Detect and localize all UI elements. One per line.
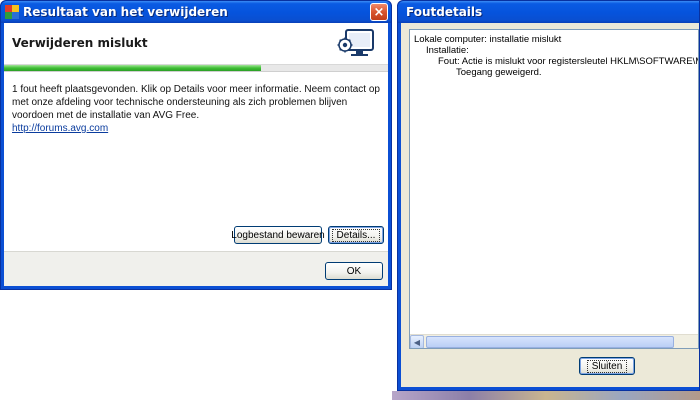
close-button-label: Sluiten [586, 359, 628, 373]
error-message-text: 1 fout heeft plaatsgevonden. Klik op Det… [12, 84, 380, 121]
error-details-dialog: Foutdetails Lokale computer: installatie… [397, 0, 700, 391]
details-button-label: Details... [331, 228, 381, 242]
error-details-textbox[interactable]: Lokale computer: installatie mislukt Ins… [409, 29, 699, 349]
close-icon[interactable]: × [370, 3, 388, 21]
header-band: Verwijderen mislukt [4, 23, 388, 65]
background-desktop-strip-bottom [392, 391, 700, 400]
details-titlebar[interactable]: Foutdetails [398, 1, 699, 23]
scroll-thumb[interactable] [426, 336, 674, 348]
detail-line-2: Installatie: [426, 45, 469, 56]
save-log-button-label: Logbestand bewaren [231, 229, 325, 241]
close-button[interactable]: Sluiten [579, 357, 635, 375]
detail-line-3: Fout: Actie is mislukt voor registersleu… [438, 56, 698, 67]
titlebar[interactable]: Resultaat van het verwijderen × [1, 1, 391, 23]
monitor-gear-icon [337, 29, 374, 56]
details-button[interactable]: Details... [328, 226, 384, 244]
ok-button-label: OK [346, 265, 362, 277]
progress-bar-fill [4, 65, 262, 71]
forum-link[interactable]: http://forums.avg.com [12, 122, 384, 135]
ok-button[interactable]: OK [325, 262, 383, 280]
error-message: 1 fout heeft plaatsgevonden. Klik op Det… [12, 83, 384, 135]
progress-bar [4, 65, 388, 72]
details-body: Lokale computer: installatie mislukt Ins… [401, 23, 699, 387]
horizontal-scrollbar[interactable]: ◀ [410, 334, 698, 348]
save-log-button[interactable]: Logbestand bewaren [231, 226, 325, 244]
window-title: Resultaat van het verwijderen [23, 5, 228, 19]
error-details-text: Lokale computer: installatie mislukt Ins… [414, 34, 698, 78]
detail-line-4: Toegang geweigerd. [456, 67, 542, 78]
uninstall-result-dialog: Resultaat van het verwijderen × Verwijde… [0, 0, 392, 290]
scroll-left-icon[interactable]: ◀ [410, 335, 424, 348]
dialog-body: Verwijderen mislukt 1 fout heeft plaatsg… [4, 23, 388, 286]
details-window-title: Foutdetails [406, 5, 483, 19]
detail-line-1: Lokale computer: installatie mislukt [414, 34, 562, 45]
avg-logo-icon [5, 5, 19, 19]
footer-band: OK [4, 251, 388, 286]
page-title: Verwijderen mislukt [12, 36, 148, 50]
